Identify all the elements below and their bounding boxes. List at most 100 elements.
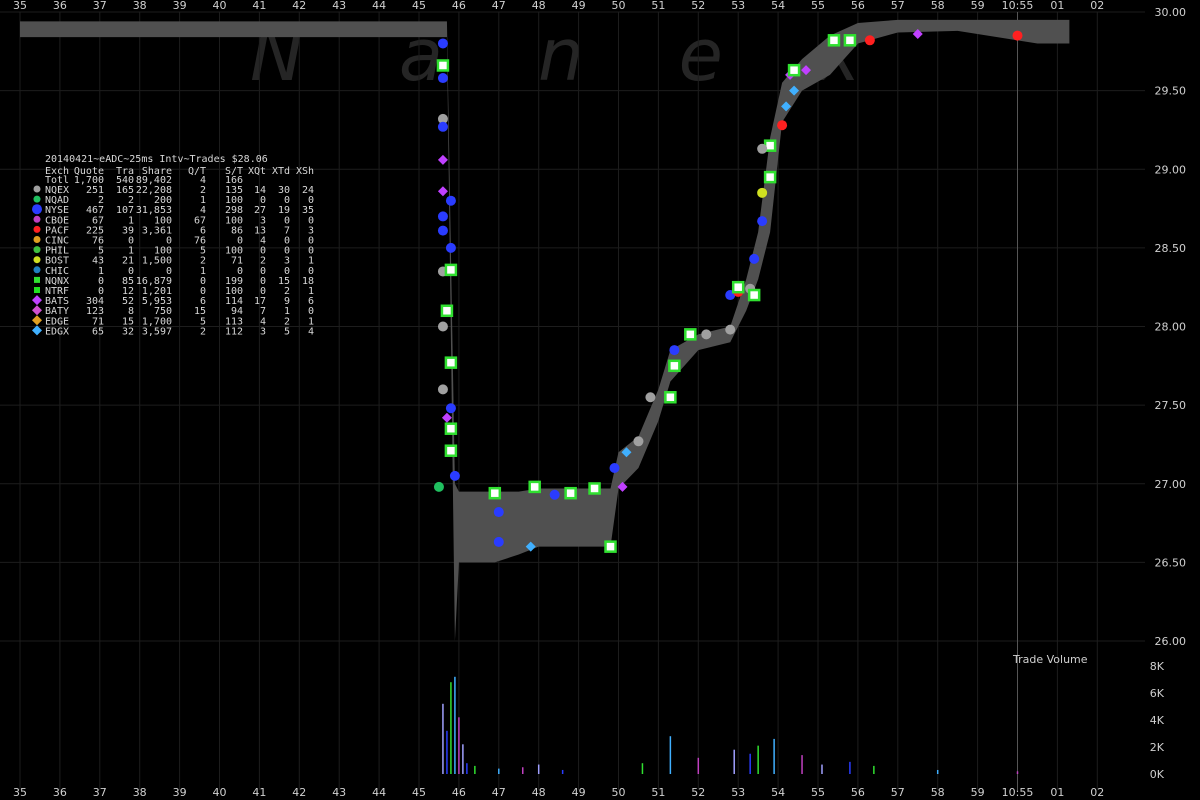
legend-cell: 2 xyxy=(200,326,206,337)
trade-marker-nqex xyxy=(645,392,656,403)
trade-marker-bost xyxy=(757,187,768,198)
trade-marker-nyse xyxy=(549,489,560,500)
y-tick-price: 28.50 xyxy=(1155,242,1187,255)
trade-marker-nqex xyxy=(725,324,736,335)
x-tick-bottom: 36 xyxy=(53,786,67,799)
trade-marker-nqnx xyxy=(843,34,857,47)
legend-header: XTd xyxy=(272,166,290,177)
x-tick-top: 40 xyxy=(213,0,227,12)
x-tick-bottom: 58 xyxy=(931,786,945,799)
trade-marker-nqnx xyxy=(444,444,458,457)
x-tick-bottom: 57 xyxy=(891,786,905,799)
x-tick-top: 47 xyxy=(492,0,506,12)
x-tick-bottom: 40 xyxy=(213,786,227,799)
x-tick-bottom: 43 xyxy=(332,786,346,799)
x-tick-bottom: 01 xyxy=(1050,786,1064,799)
y-tick-price: 26.50 xyxy=(1155,556,1187,569)
x-tick-bottom: 53 xyxy=(731,786,745,799)
volume-bars xyxy=(442,676,1019,774)
trade-marker-nyse xyxy=(749,253,760,264)
x-tick-top: 57 xyxy=(891,0,905,12)
trade-marker-nyse xyxy=(445,195,456,206)
trade-marker-nqnx xyxy=(444,422,458,435)
y-tick-price: 27.00 xyxy=(1155,478,1187,491)
x-tick-top: 48 xyxy=(532,0,546,12)
x-tick-top: 59 xyxy=(971,0,985,12)
trade-marker-nyse xyxy=(437,38,448,49)
trade-marker-nyse xyxy=(437,121,448,132)
trade-marker-bats xyxy=(441,412,452,423)
x-tick-top: 38 xyxy=(133,0,147,12)
x-tick-bottom: 39 xyxy=(173,786,187,799)
x-tick-bottom: 44 xyxy=(372,786,386,799)
legend-cell: 3,597 xyxy=(142,326,172,337)
x-tick-bottom: 54 xyxy=(771,786,785,799)
trade-marker-nqnx xyxy=(763,170,777,184)
trade-marker-nqnx xyxy=(664,391,677,404)
y-axis-price: 30.00 29.50 29.00 28.50 28.00 27.50 27.00 26.50… xyxy=(1155,6,1187,648)
x-tick-top: 02 xyxy=(1090,0,1104,12)
trade-marker-nyse xyxy=(669,345,680,356)
trade-marker-nqnx xyxy=(444,356,458,369)
trade-marker-nqex xyxy=(757,143,768,154)
x-tick-top: 49 xyxy=(572,0,586,12)
x-tick-bottom: 02 xyxy=(1090,786,1104,799)
x-tick-top: 54 xyxy=(771,0,785,12)
legend-swatch-chic xyxy=(33,266,41,274)
x-tick-bottom: 50 xyxy=(612,786,626,799)
legend-swatch-bats xyxy=(32,295,42,306)
volume-label: Trade Volume xyxy=(1012,653,1088,666)
nbbo-band-area xyxy=(20,19,1070,642)
trade-marker-nyse xyxy=(493,507,504,518)
x-tick-bottom: 55 xyxy=(811,786,825,799)
x-tick-top: 55 xyxy=(811,0,825,12)
trade-marker-nyse xyxy=(757,216,768,227)
x-tick-top: 52 xyxy=(691,0,705,12)
legend-exch: EDGX xyxy=(45,326,69,337)
nbbo-band xyxy=(20,19,1070,642)
trade-marker-nyse xyxy=(493,536,504,547)
x-tick-top: 44 xyxy=(372,0,386,12)
trade-marker-nqnx xyxy=(747,288,761,302)
trade-marker-nqnx xyxy=(440,304,454,318)
x-tick-bottom: 46 xyxy=(452,786,466,799)
x-tick-bottom: 51 xyxy=(651,786,665,799)
trade-marker-nqnx xyxy=(731,280,745,294)
trade-marker-bats xyxy=(437,186,448,197)
x-tick-bottom: 42 xyxy=(292,786,306,799)
x-tick-top: 50 xyxy=(612,0,626,12)
x-tick-bottom: 56 xyxy=(851,786,865,799)
grid-lines xyxy=(0,11,1145,790)
x-tick-bottom: 47 xyxy=(492,786,506,799)
exchange-legend: 20140421~eADC~25ms Intv~Trades $28.06Exc… xyxy=(32,154,314,337)
trade-marker-nqnx xyxy=(668,359,681,373)
legend-swatch-baty xyxy=(32,305,42,316)
legend-swatch-nqex xyxy=(33,185,41,193)
x-tick-top: 36 xyxy=(53,0,67,12)
x-tick-bottom: 35 xyxy=(13,786,27,799)
trade-marker-nyse xyxy=(437,73,448,84)
y-tick-volume: 8K xyxy=(1150,660,1165,673)
legend-cell: 5 xyxy=(284,326,290,337)
x-tick-top: 58 xyxy=(931,0,945,12)
trade-marker-nyse xyxy=(449,470,460,481)
x-tick-top: 46 xyxy=(452,0,466,12)
x-tick-bottom: 37 xyxy=(93,786,107,799)
x-tick-top: 45 xyxy=(412,0,426,12)
legend-header: XSh xyxy=(296,166,314,177)
legend-swatch-nqnx xyxy=(34,276,40,283)
y-tick-price: 29.50 xyxy=(1155,85,1187,98)
trade-chart: Nanex 35 36 37 38 39 40 41 42 43 44 45 46 47 48 49 50 51… xyxy=(0,0,1187,799)
legend-swatch-ntrf xyxy=(34,287,40,293)
trade-marker-nqad xyxy=(433,481,444,492)
trade-marker-nyse xyxy=(609,463,620,474)
x-tick-top: 41 xyxy=(252,0,266,12)
trade-marker-pacf xyxy=(864,35,875,46)
trade-marker-nyse xyxy=(437,225,448,236)
legend-cell: 112 xyxy=(225,326,243,337)
legend-swatch-cboe xyxy=(33,215,41,223)
trade-marker-nyse xyxy=(445,403,456,414)
y-tick-price: 27.50 xyxy=(1155,399,1187,412)
trade-marker-nqnx xyxy=(488,486,502,500)
trade-marker-pacf xyxy=(777,120,788,131)
